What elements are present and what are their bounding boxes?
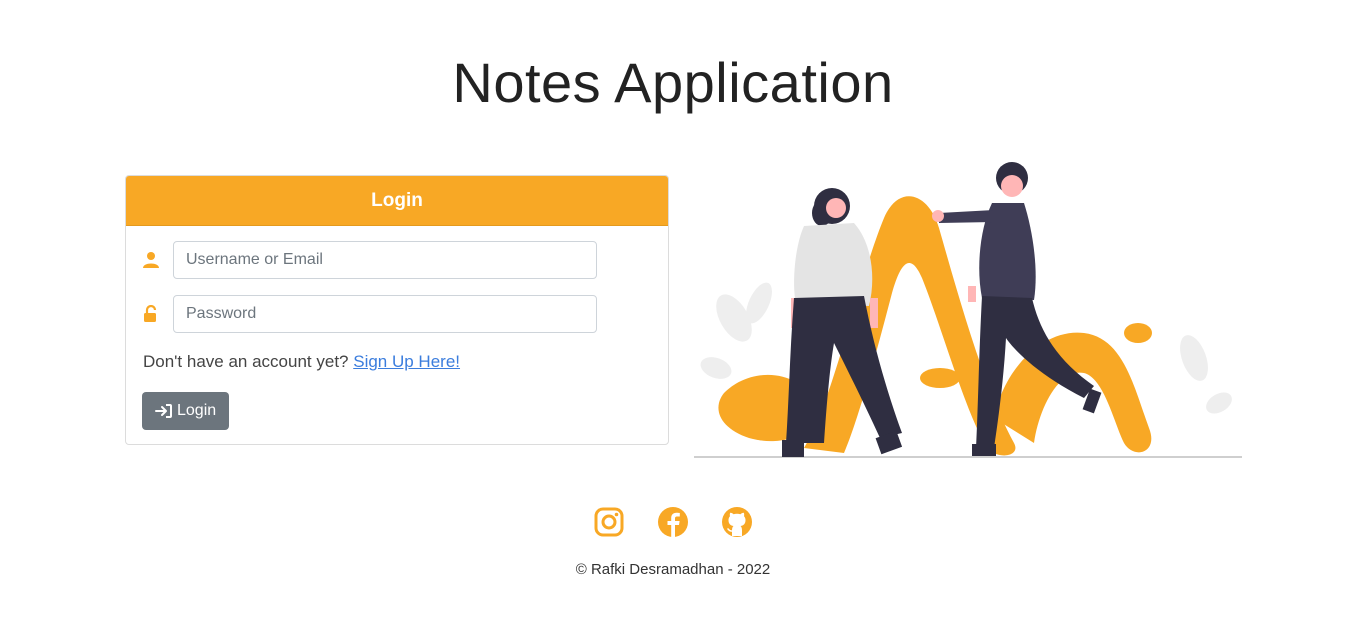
social-links: [0, 506, 1346, 538]
page-title: Notes Application: [452, 51, 894, 114]
login-button[interactable]: Login: [142, 392, 230, 430]
hero-illustration: [694, 158, 1242, 460]
unlock-icon: [142, 305, 160, 323]
username-input[interactable]: [173, 241, 597, 279]
signup-link[interactable]: Sign Up Here!: [353, 352, 460, 371]
login-card: Login Don't have an account yet? Sign Up…: [125, 175, 669, 445]
copyright-text: © Rafki Desramadhan - 2022: [575, 561, 771, 578]
github-icon[interactable]: [721, 506, 753, 538]
instagram-icon[interactable]: [593, 506, 625, 538]
username-row: [142, 241, 597, 279]
login-button-label: Login: [177, 402, 217, 419]
facebook-icon[interactable]: [657, 506, 689, 538]
signup-prompt-text: Don't have an account yet?: [143, 352, 349, 371]
sign-in-icon: [155, 403, 173, 419]
signup-prompt: Don't have an account yet? Sign Up Here!: [143, 352, 460, 372]
login-header: Login: [126, 176, 668, 226]
password-input[interactable]: [173, 295, 597, 333]
password-row: [142, 295, 597, 333]
user-icon: [142, 251, 160, 269]
